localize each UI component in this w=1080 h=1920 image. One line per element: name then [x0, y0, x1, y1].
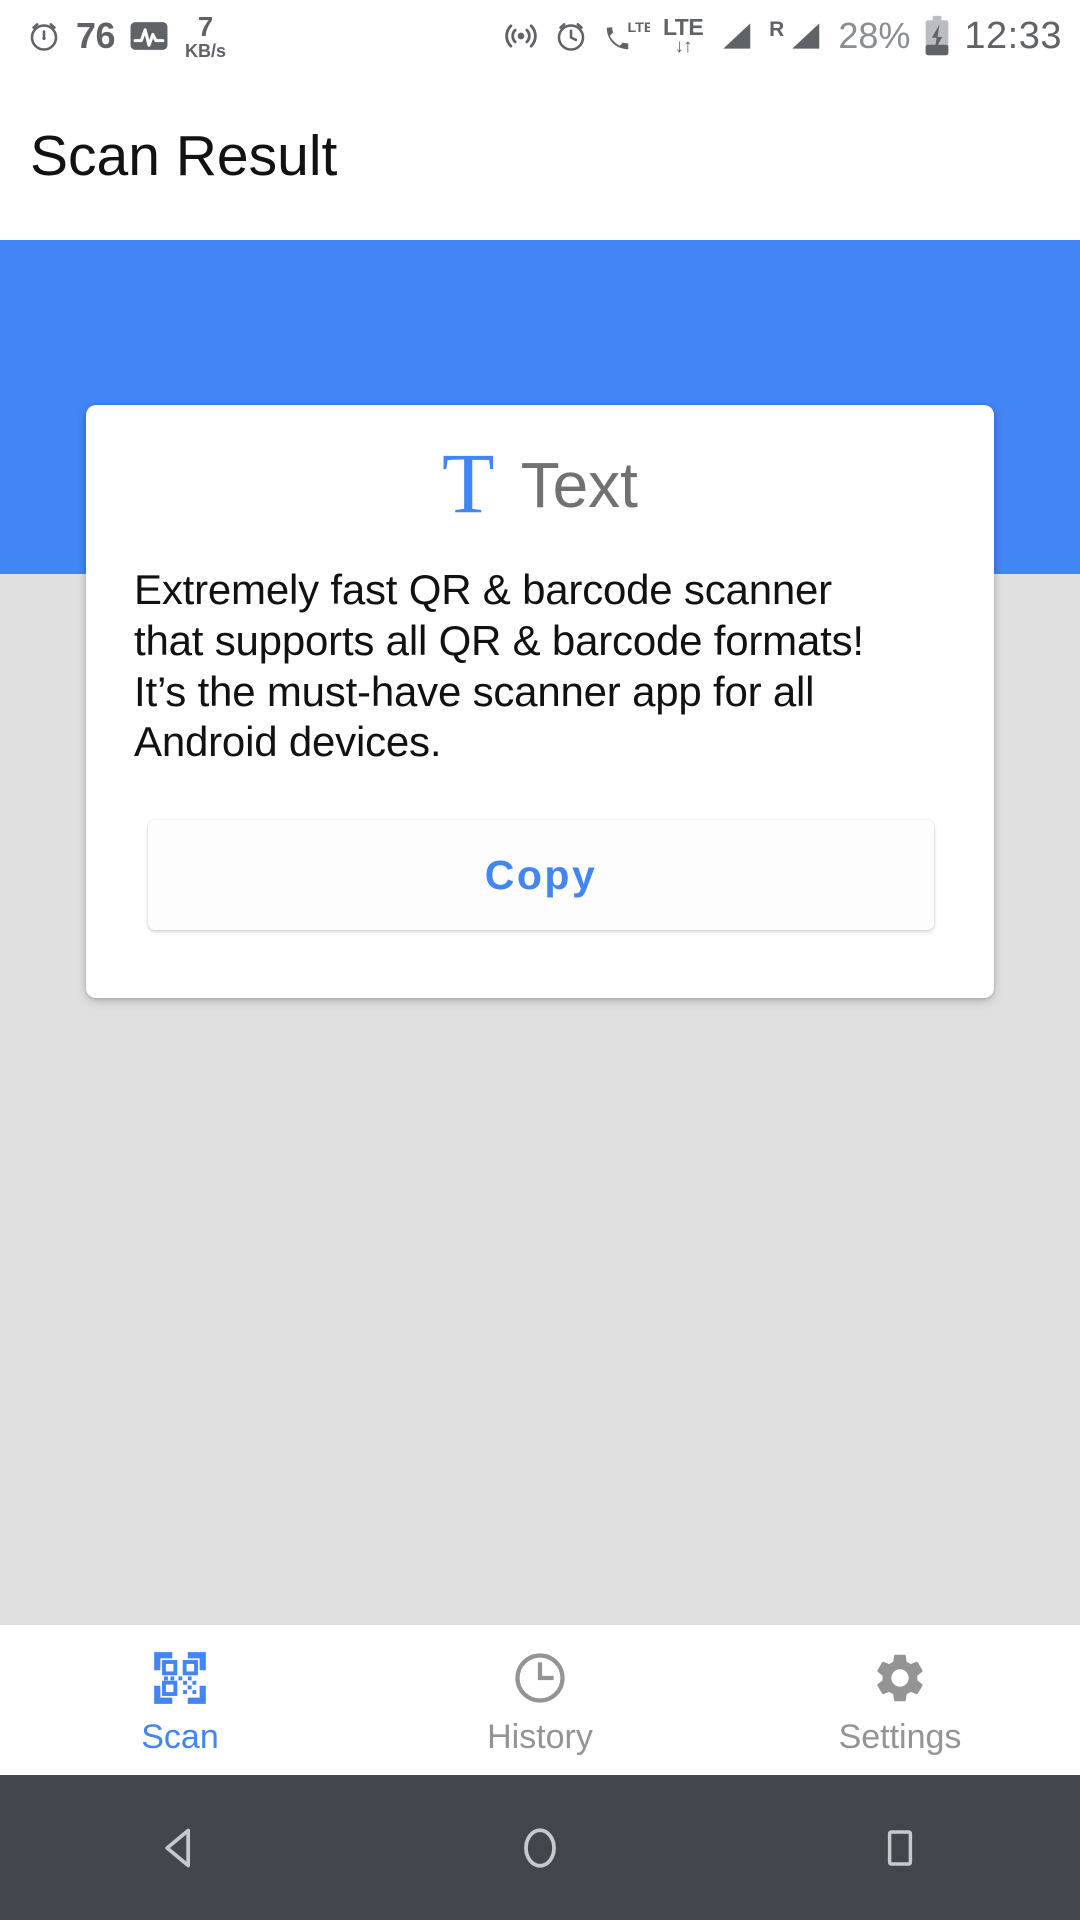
back-triangle-icon[interactable]: [0, 1775, 360, 1920]
android-system-nav: [0, 1775, 1080, 1920]
lte-data-icon: LTE ↓↑: [663, 16, 704, 57]
alarm-counter: 76: [76, 15, 116, 56]
status-bar: 76 7 KB/s LT LTE ↓↑ R 28% 12:33: [0, 0, 1080, 72]
page-title: Scan Result: [30, 123, 338, 188]
nav-item-scan[interactable]: Scan: [0, 1625, 360, 1775]
copy-button[interactable]: Copy: [148, 820, 934, 931]
lte-data-arrows: ↓↑: [674, 36, 693, 57]
network-speed-value: 7: [197, 10, 214, 42]
card-body: Extremely fast QR & barcode scanner that…: [86, 565, 994, 768]
home-circle-icon[interactable]: [360, 1775, 720, 1920]
battery-percent: 28%: [838, 15, 911, 56]
battery-charging-icon: [923, 15, 951, 57]
phone-screen: 76 7 KB/s LT LTE ↓↑ R 28% 12:33 Scan Res…: [0, 0, 1080, 1920]
gear-icon: [871, 1646, 929, 1710]
network-speed-indicator: 7 KB/s: [185, 10, 227, 61]
alarm-clock-icon: [26, 18, 62, 54]
card-actions: Copy: [86, 768, 994, 998]
alarm-icon: [553, 18, 589, 54]
result-type-label: Text: [520, 449, 638, 521]
status-bar-clock: 12:33: [964, 15, 1062, 57]
nav-item-history[interactable]: History: [360, 1625, 720, 1775]
network-speed-unit: KB/s: [185, 40, 227, 61]
signal-bars-roaming-icon: R: [769, 17, 825, 55]
nav-item-settings[interactable]: Settings: [720, 1625, 1080, 1775]
roaming-label: R: [769, 18, 785, 41]
svg-text:LTE: LTE: [627, 20, 650, 36]
clock-icon: [510, 1646, 570, 1710]
nav-label-settings: Settings: [838, 1718, 962, 1756]
bottom-navigation: Scan History Settings: [0, 1625, 1080, 1775]
hotspot-icon: [502, 17, 540, 55]
app-bar: Scan Result: [0, 72, 1080, 240]
card-header: T Text: [86, 405, 994, 565]
network-activity-icon: [129, 17, 169, 55]
status-bar-right: LTE LTE ↓↑ R 28%: [502, 15, 1062, 57]
scan-result-card: T Text Extremely fast QR & barcode scann…: [86, 405, 994, 999]
recents-square-icon[interactable]: [720, 1775, 1080, 1920]
qr-code-scan-icon: [149, 1646, 211, 1710]
signal-bars-icon: [716, 17, 756, 55]
status-bar-left: 76 7 KB/s: [26, 10, 227, 61]
text-type-icon: T: [442, 435, 495, 531]
scan-result-text: Extremely fast QR & barcode scanner that…: [134, 566, 864, 766]
nav-label-scan: Scan: [141, 1718, 219, 1756]
nav-label-history: History: [487, 1718, 593, 1756]
volte-call-icon: LTE: [602, 17, 650, 55]
